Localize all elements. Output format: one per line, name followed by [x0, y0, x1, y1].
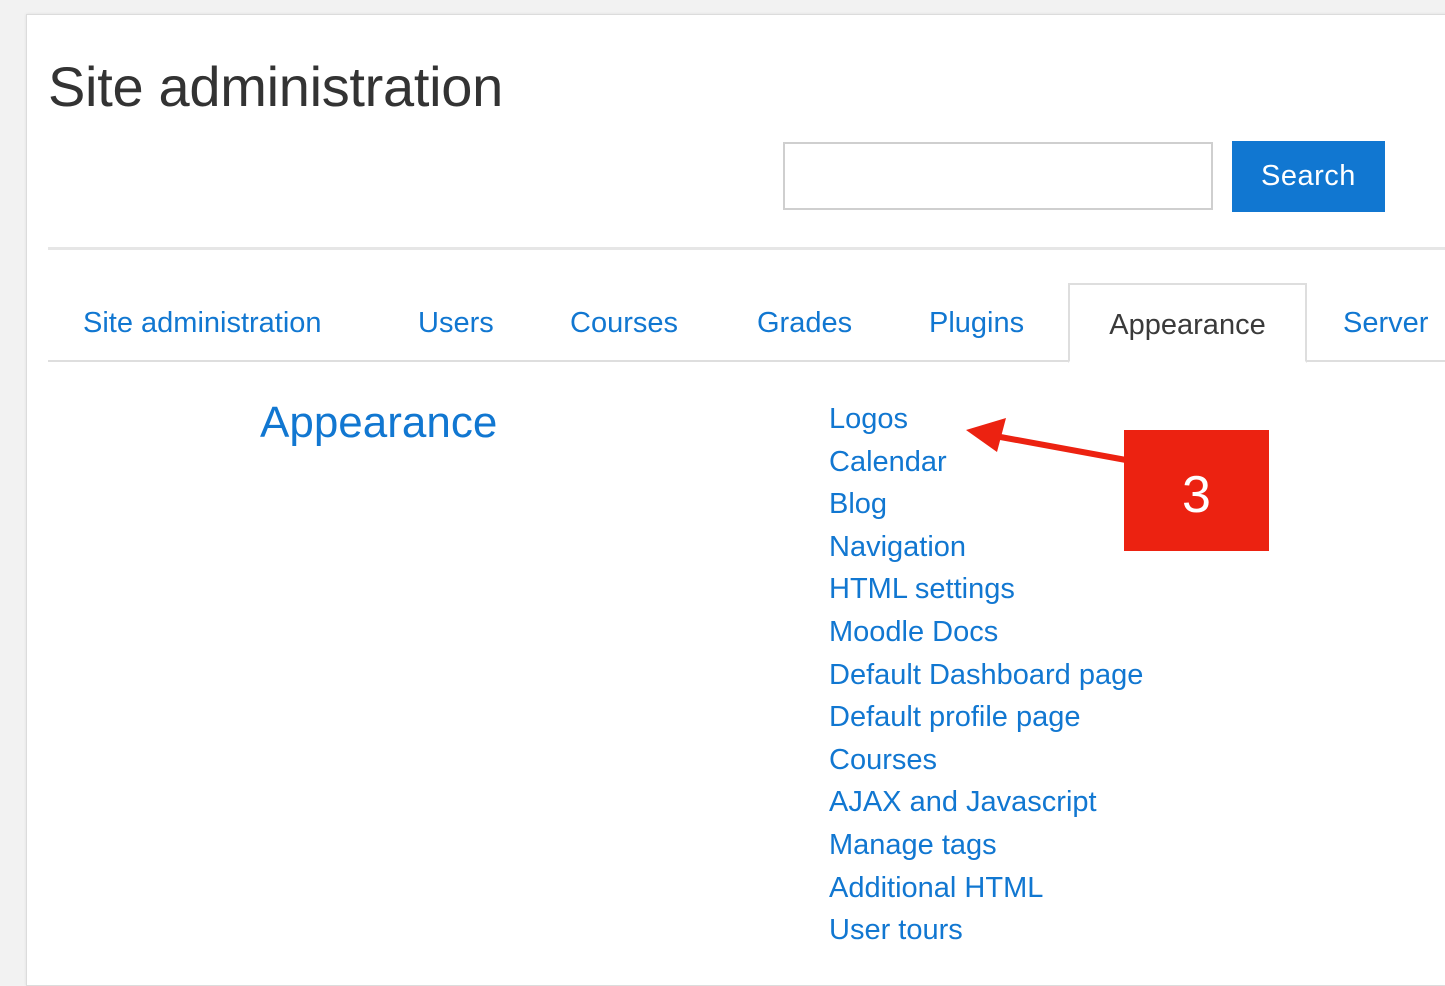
link-manage-tags[interactable]: Manage tags: [829, 824, 1143, 867]
annotation-callout: 3: [1124, 430, 1269, 551]
header-divider: [48, 247, 1445, 250]
tab-site-administration[interactable]: Site administration: [83, 285, 322, 362]
search-input[interactable]: [783, 142, 1213, 210]
tab-plugins[interactable]: Plugins: [929, 285, 1024, 362]
appearance-links-list: Logos Calendar Blog Navigation HTML sett…: [829, 398, 1143, 952]
link-additional-html[interactable]: Additional HTML: [829, 867, 1143, 910]
search-button[interactable]: Search: [1232, 141, 1385, 212]
link-logos[interactable]: Logos: [829, 398, 1143, 441]
tab-users[interactable]: Users: [418, 285, 494, 362]
link-default-profile-page[interactable]: Default profile page: [829, 696, 1143, 739]
tab-appearance[interactable]: Appearance: [1068, 283, 1307, 363]
link-ajax-and-javascript[interactable]: AJAX and Javascript: [829, 781, 1143, 824]
page-title: Site administration: [48, 55, 503, 118]
tab-grades[interactable]: Grades: [757, 285, 852, 362]
link-html-settings[interactable]: HTML settings: [829, 568, 1143, 611]
link-courses[interactable]: Courses: [829, 739, 1143, 782]
link-navigation[interactable]: Navigation: [829, 526, 1143, 569]
link-user-tours[interactable]: User tours: [829, 909, 1143, 952]
link-default-dashboard-page[interactable]: Default Dashboard page: [829, 654, 1143, 697]
tab-courses[interactable]: Courses: [570, 285, 678, 362]
tab-server[interactable]: Server: [1343, 285, 1428, 362]
link-moodle-docs[interactable]: Moodle Docs: [829, 611, 1143, 654]
link-blog[interactable]: Blog: [829, 483, 1143, 526]
section-heading[interactable]: Appearance: [260, 398, 497, 448]
link-calendar[interactable]: Calendar: [829, 441, 1143, 484]
